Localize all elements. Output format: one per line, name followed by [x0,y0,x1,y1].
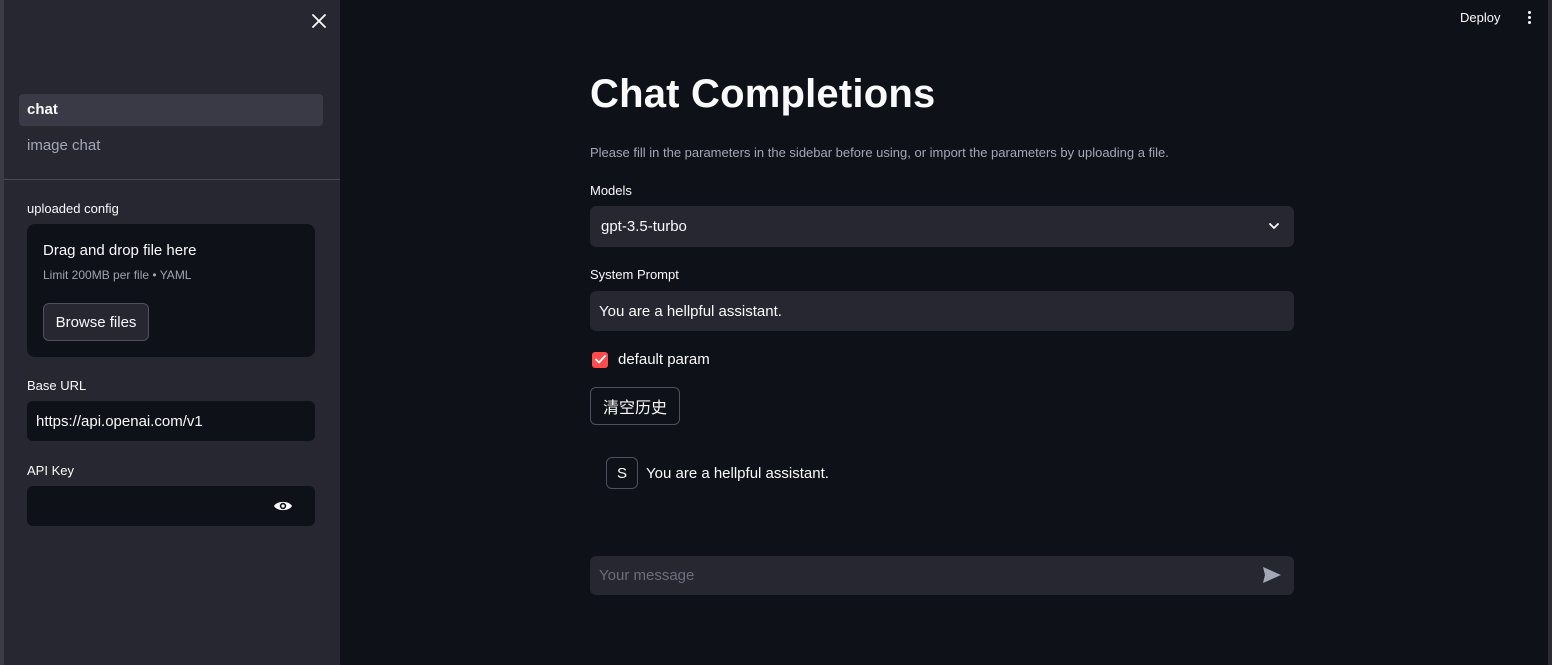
dropzone-title: Drag and drop file here [43,242,197,259]
chat-input[interactable]: Your message [590,556,1294,595]
system-prompt-label: System Prompt [590,267,679,282]
dropzone-limit: Limit 200MB per file • YAML [43,268,192,282]
main-menu-icon[interactable] [1524,9,1534,27]
sidebar: chat image chat uploaded config Drag and… [0,0,340,665]
scrollbar[interactable] [1548,0,1552,665]
main-content: Deploy Chat Completions Please fill in t… [340,0,1552,665]
page-title: Chat Completions [590,72,936,116]
close-sidebar-button[interactable] [307,9,331,33]
nav-item-image-chat[interactable]: image chat [19,130,323,162]
clear-history-button[interactable]: 清空历史 [590,387,680,425]
page-caption: Please fill in the parameters in the sid… [590,145,1169,160]
base-url-label: Base URL [27,378,87,393]
models-selected-value: gpt-3.5-turbo [601,218,687,235]
default-param-checkbox[interactable]: default param [592,351,710,368]
models-label: Models [590,183,632,198]
nav-item-chat[interactable]: chat [19,94,323,126]
close-icon [312,14,326,28]
uploaded-config-label: uploaded config [27,201,119,216]
chat-message: S You are a hellpful assistant. [606,457,829,489]
page-nav: chat image chat [19,94,323,166]
send-icon[interactable] [1262,566,1282,584]
chat-input-placeholder: Your message [599,567,695,584]
eye-icon[interactable] [273,498,293,514]
api-key-label: API Key [27,463,74,478]
deploy-button[interactable]: Deploy [1460,10,1500,25]
sidebar-divider [4,179,340,180]
file-dropzone[interactable]: Drag and drop file here Limit 200MB per … [27,224,315,357]
api-key-input[interactable] [27,486,315,526]
models-select[interactable]: gpt-3.5-turbo [590,206,1294,247]
avatar: S [606,457,638,489]
system-prompt-input[interactable]: You are a hellpful assistant. [590,291,1294,331]
checkbox-checked-icon[interactable] [592,351,608,368]
message-text: You are a hellpful assistant. [646,464,829,482]
browse-files-button[interactable]: Browse files [43,303,149,341]
chevron-down-icon [1269,223,1279,229]
base-url-input[interactable]: https://api.openai.com/v1 [27,401,315,441]
default-param-label: default param [618,351,710,368]
